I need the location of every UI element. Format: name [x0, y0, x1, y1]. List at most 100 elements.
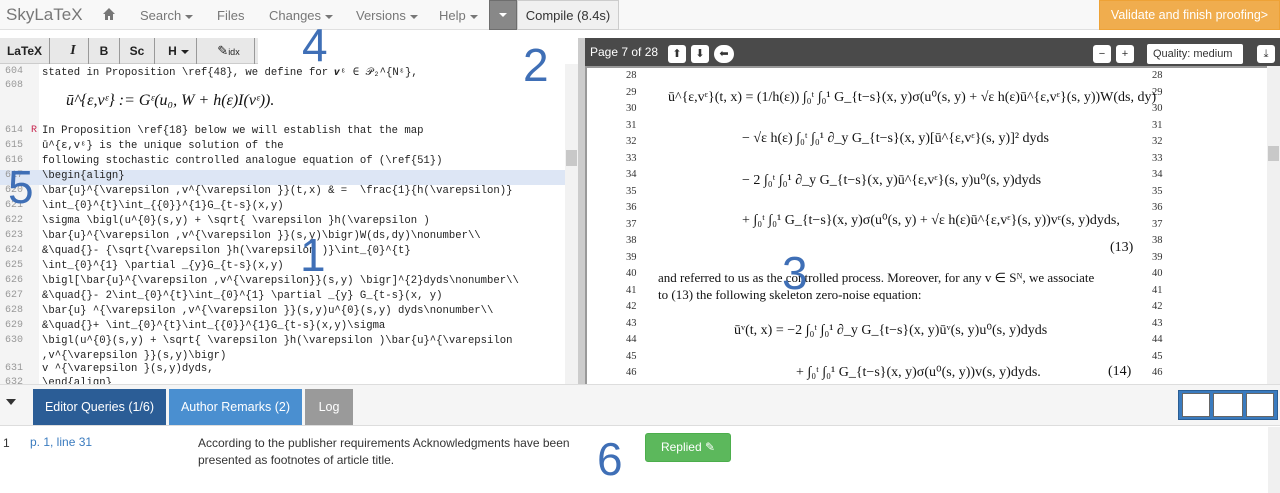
pdf-line-number: 35 — [1152, 185, 1163, 197]
pdf-scrollbar[interactable] — [1267, 66, 1280, 384]
line-code: \bigl(u^{0}(s,y) + \sqrt{ \varepsilon }h… — [42, 335, 513, 347]
annotation-number: 1 — [300, 229, 326, 281]
paragraph-line: and referred to us as the controlled pro… — [658, 270, 1095, 285]
pdf-line-number: 43 — [1152, 317, 1163, 329]
quality-select[interactable]: Quality: medium — [1147, 44, 1243, 77]
pdf-line-number: 39 — [1152, 251, 1163, 263]
editor-line[interactable]: 616 following stochastic controlled analo… — [0, 155, 565, 170]
italic-button[interactable]: I — [58, 38, 89, 64]
pdf-line-number: 40 — [1152, 268, 1163, 279]
editor-scroll-thumb[interactable] — [566, 150, 577, 166]
tab-author-remarks[interactable]: Author Remarks (2) — [169, 389, 302, 425]
compile-options-button[interactable] — [489, 0, 517, 30]
line-number: 608 — [5, 80, 24, 91]
pdf-line-number: 39 — [626, 251, 637, 263]
editor-line[interactable]: 621 \int_{0}^{t}\int_{{0}}^{1}G_{t-s}(x,y… — [0, 200, 565, 215]
chevron-down-icon — [409, 14, 418, 19]
layout-pdf-only-icon[interactable] — [1246, 393, 1274, 417]
pdf-line-number: 43 — [626, 317, 637, 329]
tab-editor-queries[interactable]: Editor Queries (1/6) — [33, 389, 166, 425]
replied-button[interactable]: Replied ✎ — [645, 433, 731, 462]
line-number: 604 — [5, 66, 24, 77]
heading-button[interactable]: H — [161, 38, 197, 64]
editor-line[interactable]: 620 \bar{u}^{\varepsilon ,v^{\varepsilon … — [0, 185, 565, 200]
editor-line[interactable]: 631 v ^{\varepsilon }(s,y)dyds, — [0, 363, 565, 378]
pdf-line-number: 32 — [1152, 136, 1163, 147]
pdf-line-number: 33 — [1152, 152, 1163, 164]
editor-line[interactable]: 622 \sigma \bigl(u^{0}(s,y) + \sqrt{ \var… — [0, 215, 565, 230]
arrow-down-icon[interactable]: ⬇ — [691, 45, 709, 63]
pdf-line-number: 42 — [626, 301, 637, 312]
home-icon[interactable] — [102, 7, 116, 21]
nav-help[interactable]: Help — [439, 8, 478, 23]
layout-split-icon[interactable] — [1213, 393, 1243, 417]
layout-editor-only-icon[interactable] — [1182, 393, 1210, 417]
equation-line: + ∫₀ᵗ ∫₀¹ G_{t−s}(x, y)σ(u⁰(s, y) + √ε h… — [742, 213, 1120, 228]
pdf-scroll-thumb[interactable] — [1268, 146, 1279, 161]
line-code: &\quad{}+ \int_{0}^{t}\int_{{0}}^{1}G_{t… — [42, 320, 386, 332]
editor-line[interactable]: 615 ū^{ε,vᵋ} is the unique solution of th… — [0, 140, 565, 155]
line-code: \sigma \bigl(u^{0}(s,y) + \sqrt{ \vareps… — [42, 215, 430, 227]
compile-button[interactable]: Compile (8.4s) — [517, 0, 619, 30]
line-number: 628 — [5, 305, 24, 316]
pdf-line-number: 38 — [1152, 235, 1163, 246]
line-code: v ^{\varepsilon }(s,y)dyds, — [42, 363, 214, 375]
equation-line: ū^{ε,vᵋ}(t, x) = (1/h(ε)) ∫₀ᵗ ∫₀¹ G_{t−s… — [668, 90, 1157, 105]
line-marker: R — [31, 125, 38, 136]
arrow-up-icon[interactable]: ⬆ — [668, 45, 686, 63]
download-icon[interactable]: ⤓ — [1257, 45, 1275, 63]
brand-logo[interactable]: SkyLaTeX — [6, 5, 83, 25]
validate-finish-button[interactable]: Validate and finish proofing> — [1099, 0, 1280, 30]
line-number: 624 — [5, 245, 24, 256]
pane-splitter[interactable] — [578, 38, 585, 384]
arrow-left-icon[interactable]: ⬅ — [714, 45, 734, 63]
editor-line[interactable]: 604 stated in Proposition \ref{48}, we de… — [0, 66, 565, 81]
line-code: stated in Proposition \ref{48}, we defin… — [42, 67, 418, 79]
zoom-out-icon[interactable]: − — [1093, 45, 1111, 63]
bottom-scrollbar[interactable] — [1268, 427, 1280, 493]
line-number: 627 — [5, 290, 24, 301]
annotation-number: 2 — [523, 39, 549, 91]
editor-line[interactable]: 627 &\quad{}- 2\int_{0}^{t}\int_{0}^{1} \… — [0, 290, 565, 305]
pdf-line-number: 45 — [626, 350, 637, 362]
pdf-line-number: 44 — [626, 334, 637, 345]
pdf-line-number: 31 — [1152, 119, 1163, 131]
chevron-down-icon — [469, 14, 478, 19]
nav-files[interactable]: Files — [217, 8, 244, 23]
latex-button[interactable]: LaTeX — [0, 38, 50, 64]
line-number: 630 — [5, 335, 24, 346]
equation-line: + ∫₀ᵗ ∫₀¹ G_{t−s}(x, y)σ(u⁰(s, y))v(s, y… — [796, 365, 1041, 380]
index-button[interactable]: ✎idx — [203, 38, 255, 64]
pdf-line-number: 31 — [626, 119, 637, 131]
pdf-line-number: 46 — [626, 367, 637, 378]
line-number: 614 — [5, 125, 24, 136]
pdf-line-number: 37 — [626, 218, 637, 230]
line-number: 625 — [5, 260, 24, 271]
bold-button[interactable]: B — [89, 38, 120, 64]
editor-line[interactable]: 628 \bar{u} ^{\varepsilon ,v^{\varepsilon… — [0, 305, 565, 320]
editor-line[interactable]: 629 &\quad{}+ \int_{0}^{t}\int_{{0}}^{1}G… — [0, 320, 565, 335]
pdf-line-number: 40 — [626, 268, 637, 279]
pdf-line-number: 28 — [1152, 70, 1163, 81]
query-location-link[interactable]: p. 1, line 31 — [30, 435, 92, 449]
pdf-line-number: 33 — [626, 152, 637, 164]
pdf-line-number: 36 — [626, 202, 637, 213]
editor-line[interactable]: 617 \begin{align} — [0, 170, 565, 185]
equation-line: − √ε h(ε) ∫₀ᵗ ∫₀¹ ∂_y G_{t−s}(x, y)[ū^{ε… — [742, 131, 1050, 146]
editor-line[interactable]: 626 \bigl[\bar{u}^{\varepsilon ,v^{\varep… — [0, 275, 565, 290]
editor-line[interactable]: 625 \int_{0}^{1} \partial _{y}G_{t-s}(x,y… — [0, 260, 565, 275]
collapse-chevron-icon[interactable] — [6, 399, 16, 405]
line-code: ū^{ε,vᵋ} is the unique solution of the — [42, 140, 284, 152]
line-code: \int_{0}^{t}\int_{{0}}^{1}G_{t-s}(x,y) — [42, 200, 284, 212]
line-code: \bigl[\bar{u}^{\varepsilon ,v^{\varepsil… — [42, 275, 519, 287]
smallcaps-button[interactable]: Sc — [120, 38, 155, 64]
nav-search[interactable]: Search — [140, 8, 194, 23]
editor-line[interactable]: 630 \bigl(u^{0}(s,y) + \sqrt{ \varepsilon… — [0, 335, 565, 350]
editor-line[interactable]: 623 \bar{u}^{\varepsilon ,v^{\varepsilon … — [0, 230, 565, 245]
editor-line[interactable]: 614 R In Proposition \ref{18} below we wil… — [0, 125, 565, 140]
editor-line[interactable]: 624 &\quad{}- {\sqrt{\varepsilon }h(\vare… — [0, 245, 565, 260]
zoom-in-icon[interactable]: + — [1116, 45, 1134, 63]
tab-log[interactable]: Log — [305, 389, 353, 425]
editor-scrollbar[interactable] — [565, 64, 578, 384]
nav-versions[interactable]: Versions — [356, 8, 418, 23]
